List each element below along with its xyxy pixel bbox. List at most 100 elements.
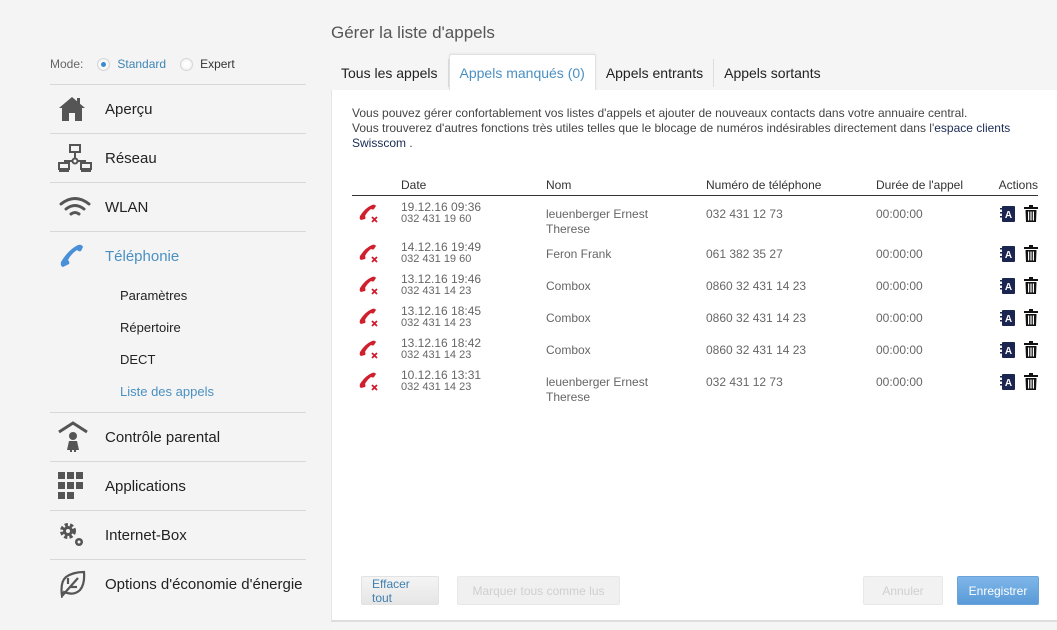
missed-call-icon [358, 276, 380, 300]
table-header: Date Nom Numéro de téléphone Durée de l'… [352, 178, 1038, 196]
header-duree[interactable]: Durée de l'appel [876, 178, 994, 192]
missed-call-icon [358, 308, 380, 332]
call-date: 14.12.16 19:49 [401, 240, 482, 254]
sidebar-subitem-parametres[interactable]: Paramètres [50, 280, 306, 312]
add-to-contacts-icon[interactable]: A [1000, 245, 1016, 270]
sidebar-nav: Aperçu Réseau WLAN Téléphonie Paramètres… [50, 84, 306, 608]
add-to-contacts-icon[interactable]: A [1000, 309, 1016, 334]
leaf-icon [50, 570, 105, 598]
cancel-button[interactable]: Annuler [863, 576, 943, 605]
delete-trash-icon[interactable] [1024, 309, 1038, 334]
sidebar-item-telephonie[interactable]: Téléphonie [50, 231, 306, 280]
tab-tous-les-appels[interactable]: Tous les appels [331, 59, 449, 87]
mark-all-read-button[interactable]: Marquer tous comme lus [457, 576, 620, 605]
tab-appels-manques[interactable]: Appels manqués (0) [448, 54, 596, 91]
mode-standard-label: Standard [117, 57, 167, 71]
svg-text:A: A [1005, 314, 1012, 325]
intro-tail: . [406, 136, 413, 150]
call-duration: 00:00:00 [876, 311, 923, 325]
delete-trash-icon[interactable] [1024, 277, 1038, 302]
sidebar-item-energie[interactable]: Options d'économie d'énergie [50, 559, 306, 608]
sidebar-item-internet-box[interactable]: Internet-Box [50, 510, 306, 559]
sidebar: Mode: Standard Expert Aperçu Réseau WLAN… [0, 0, 330, 630]
table-row: 19.12.16 09:36 032 431 19 60 leuenberger… [352, 198, 1038, 238]
svg-text:A: A [1005, 378, 1012, 389]
sidebar-subitem-liste-des-appels[interactable]: Liste des appels [50, 376, 306, 408]
table-body: 19.12.16 09:36 032 431 19 60 leuenberger… [352, 198, 1038, 406]
call-name: leuenberger Ernest Therese [546, 375, 649, 404]
call-list-tabs: Tous les appels Appels manqués (0) Appel… [331, 54, 831, 91]
mode-expert-radio[interactable]: Expert [180, 57, 235, 71]
table-row: 13.12.16 18:42 032 431 14 23 Combox 0860… [352, 334, 1038, 366]
table-row: 13.12.16 18:45 032 431 14 23 Combox 0860… [352, 302, 1038, 334]
add-to-contacts-icon[interactable]: A [1000, 205, 1016, 238]
mode-label: Mode: [50, 57, 84, 71]
call-duration: 00:00:00 [876, 375, 923, 389]
clear-all-button[interactable]: Effacer tout [361, 576, 439, 605]
sidebar-item-apercu[interactable]: Aperçu [50, 84, 306, 133]
sidebar-item-wlan[interactable]: WLAN [50, 182, 306, 231]
page-title: Gérer la liste d'appels [331, 23, 495, 42]
tab-appels-sortants[interactable]: Appels sortants [714, 59, 831, 87]
sidebar-item-label: Applications [105, 477, 186, 495]
svg-text:A: A [1005, 250, 1012, 261]
call-number: 0860 32 431 14 23 [706, 311, 807, 325]
intro-line-1: Vous pouvez gérer confortablement vos li… [352, 106, 968, 120]
call-duration: 00:00:00 [876, 247, 923, 261]
delete-trash-icon[interactable] [1024, 205, 1038, 238]
home-icon [50, 96, 105, 122]
header-numero[interactable]: Numéro de téléphone [706, 178, 876, 192]
sidebar-item-label: Réseau [105, 149, 157, 167]
svg-text:A: A [1005, 282, 1012, 293]
add-to-contacts-icon[interactable]: A [1000, 373, 1016, 406]
call-line: 032 431 14 23 [401, 285, 472, 297]
call-line: 032 431 14 23 [401, 381, 472, 393]
parental-control-icon [50, 421, 105, 453]
sidebar-item-label: Internet-Box [105, 526, 187, 544]
intro-text: Vous pouvez gérer confortablement vos li… [352, 106, 1042, 151]
call-name: Combox [546, 343, 591, 357]
radio-unchecked-icon[interactable] [180, 57, 194, 71]
sidebar-subitem-dect[interactable]: DECT [50, 344, 306, 376]
call-number: 032 431 12 73 [706, 375, 783, 389]
header-date[interactable]: Date [401, 178, 546, 192]
delete-trash-icon[interactable] [1024, 373, 1038, 406]
call-number: 061 382 35 27 [706, 247, 783, 261]
call-name: Combox [546, 311, 591, 325]
call-table: Date Nom Numéro de téléphone Durée de l'… [352, 178, 1038, 406]
call-line: 032 431 14 23 [401, 317, 472, 329]
sidebar-subitem-repertoire[interactable]: Répertoire [50, 312, 306, 344]
delete-trash-icon[interactable] [1024, 245, 1038, 270]
svg-text:A: A [1005, 346, 1012, 357]
delete-trash-icon[interactable] [1024, 341, 1038, 366]
call-date: 13.12.16 19:46 [401, 272, 482, 286]
call-date: 13.12.16 18:45 [401, 304, 482, 318]
sidebar-item-label: Contrôle parental [105, 428, 221, 446]
missed-call-icon [358, 372, 380, 396]
call-number: 032 431 12 73 [706, 207, 783, 221]
radio-checked-icon[interactable] [97, 57, 111, 71]
call-date: 19.12.16 09:36 [401, 200, 482, 214]
missed-call-icon [358, 244, 380, 268]
call-name: Feron Frank [546, 247, 612, 261]
header-nom[interactable]: Nom [546, 178, 706, 192]
call-name: leuenberger Ernest Therese [546, 207, 649, 236]
call-number: 0860 32 431 14 23 [706, 343, 807, 357]
save-button[interactable]: Enregistrer [957, 576, 1039, 605]
sidebar-item-label: WLAN [105, 198, 149, 216]
missed-call-icon [358, 204, 380, 228]
sidebar-item-controle-parental[interactable]: Contrôle parental [50, 412, 306, 461]
sidebar-item-applications[interactable]: Applications [50, 461, 306, 510]
wifi-icon [50, 196, 105, 218]
mode-standard-radio[interactable]: Standard [97, 57, 166, 71]
call-line: 032 431 19 60 [401, 213, 472, 225]
add-to-contacts-icon[interactable]: A [1000, 277, 1016, 302]
content-panel: Vous pouvez gérer confortablement vos li… [331, 90, 1057, 622]
call-duration: 00:00:00 [876, 279, 923, 293]
call-duration: 00:00:00 [876, 343, 923, 357]
intro-line-2: Vous trouverez d'autres fonctions très u… [352, 121, 935, 135]
tab-appels-entrants[interactable]: Appels entrants [596, 59, 715, 87]
table-row: 14.12.16 19:49 032 431 19 60 Feron Frank… [352, 238, 1038, 270]
add-to-contacts-icon[interactable]: A [1000, 341, 1016, 366]
sidebar-item-reseau[interactable]: Réseau [50, 133, 306, 182]
